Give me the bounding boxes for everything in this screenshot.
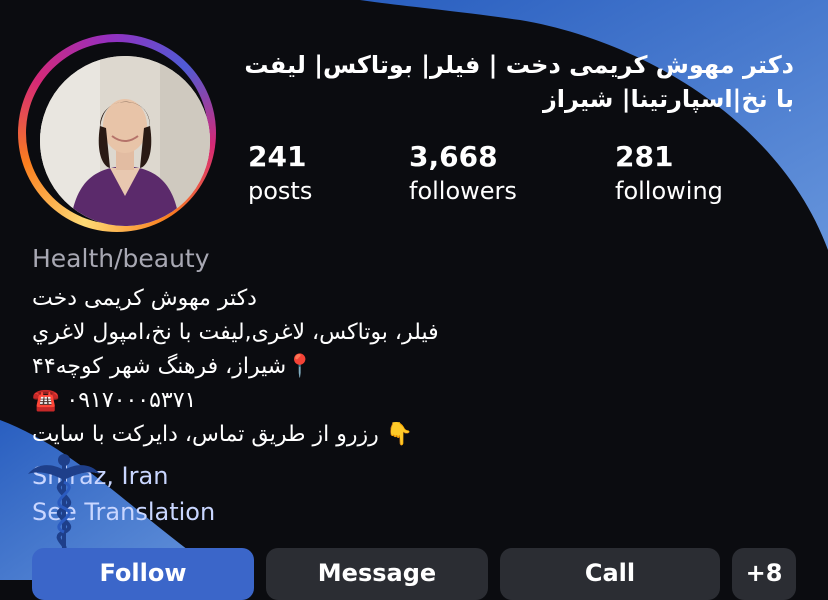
avatar-gap	[26, 42, 210, 226]
profile-bio: دکتر مهوش کریمی دخت فیلر، بوتاکس، لاغری,…	[32, 282, 439, 452]
call-button[interactable]: Call	[500, 548, 720, 600]
message-button[interactable]: Message	[266, 548, 488, 600]
posts-stat[interactable]: 241 posts	[248, 140, 312, 208]
followers-label: followers	[409, 177, 517, 205]
bio-line: 📍شیراز، فرهنگ شهر کوچه۴۴	[32, 354, 314, 379]
bio-line: دکتر مهوش کریمی دخت	[32, 286, 257, 311]
story-ring[interactable]	[18, 34, 216, 232]
posts-count: 241	[248, 140, 307, 173]
profile-name: دکتر مهوش کریمی دخت | فیلر| بوتاکس| لیفت…	[244, 51, 794, 113]
following-stat[interactable]: 281 following	[615, 140, 723, 208]
avatar-photo	[40, 56, 210, 226]
following-count: 281	[615, 140, 674, 173]
profile-avatar[interactable]	[40, 56, 210, 226]
following-label: following	[615, 177, 723, 205]
follow-button[interactable]: Follow	[32, 548, 254, 600]
posts-label: posts	[248, 177, 313, 205]
caduceus-logo	[28, 454, 100, 552]
bio-line: ☎️ ۰۹۱۷۰۰۰۵۳۷۱	[32, 388, 197, 413]
followers-count: 3,668	[409, 140, 498, 173]
followers-stat[interactable]: 3,668 followers	[409, 140, 517, 208]
bio-line: 👇 رزرو از طریق تماس، دایرکت با سایت	[32, 422, 414, 447]
more-button[interactable]: +8	[732, 548, 796, 600]
bio-line: فیلر، بوتاکس، لاغری,لیفت با نخ،امپول لاغ…	[32, 320, 439, 345]
profile-category: Health/beauty	[32, 244, 210, 273]
